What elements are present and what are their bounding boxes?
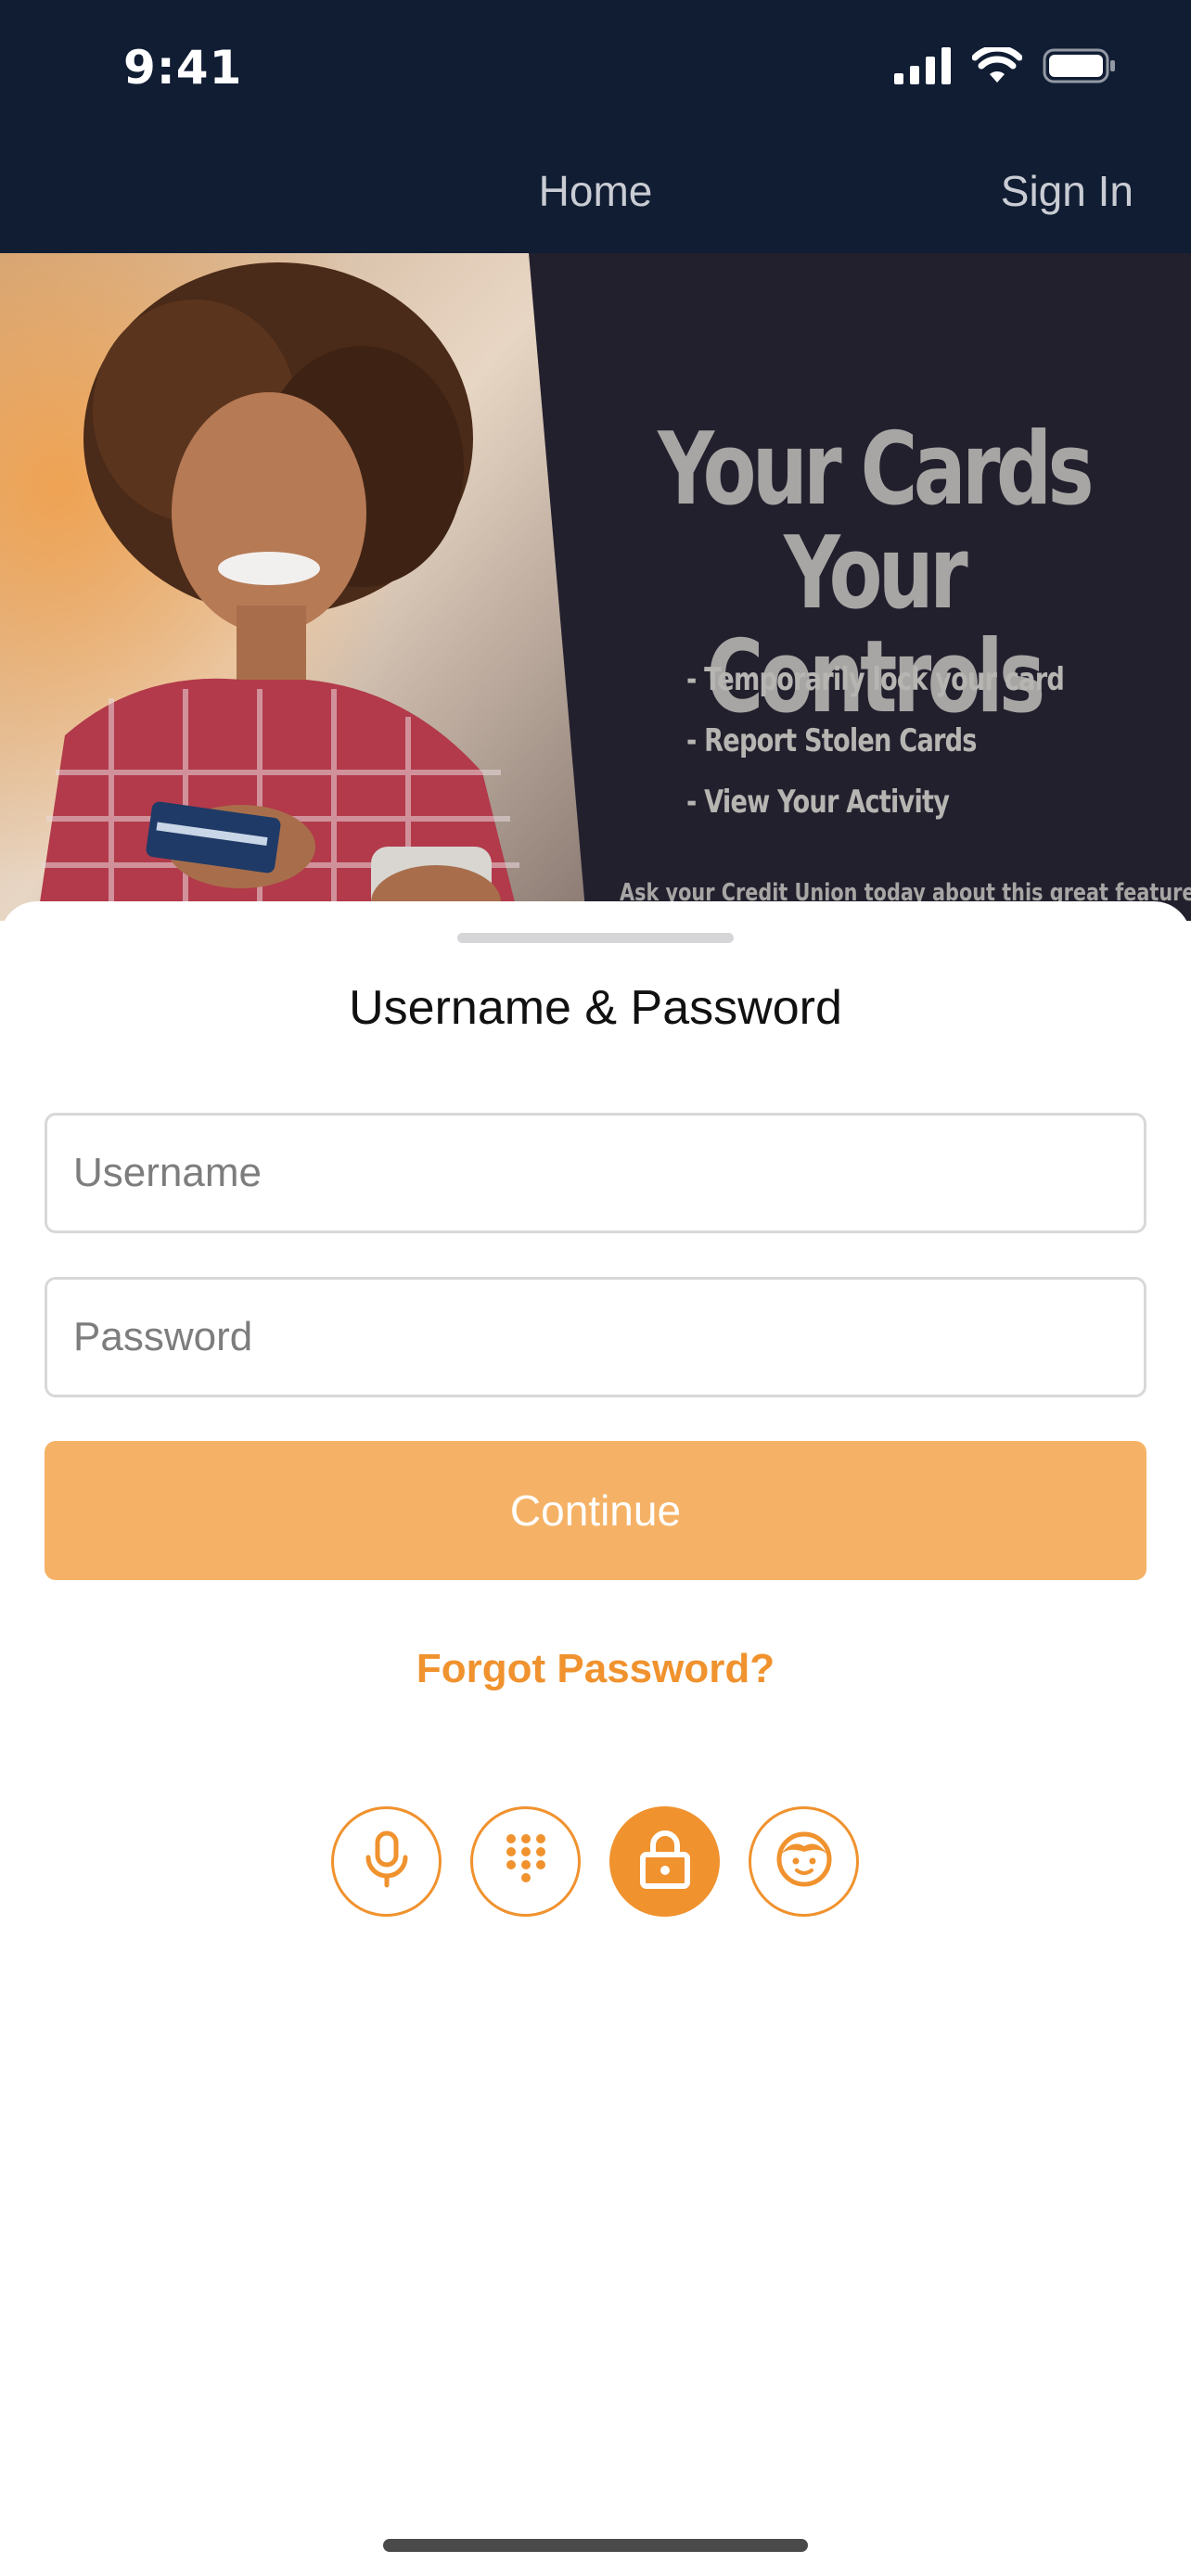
- microphone-icon: [359, 1830, 415, 1894]
- password-auth-button[interactable]: [609, 1806, 720, 1917]
- username-field[interactable]: [45, 1113, 1146, 1233]
- promo-bullet: - View Your Activity: [686, 784, 950, 821]
- pin-auth-button[interactable]: [470, 1806, 581, 1917]
- login-sheet: Username & Password Continue Forgot Pass…: [0, 901, 1191, 2576]
- cellular-signal-icon: [894, 46, 952, 89]
- top-nav-bar: 9:41 Home Sign In: [0, 0, 1191, 253]
- face-auth-button[interactable]: [749, 1806, 859, 1917]
- status-time: 9:41: [123, 41, 243, 95]
- promo-text-block: Your Cards Your Controls - Temporarily l…: [557, 253, 1191, 921]
- battery-icon: [1043, 47, 1117, 89]
- lock-icon: [638, 1829, 692, 1894]
- promo-photo: [0, 253, 586, 921]
- nav-sign-in-link[interactable]: Sign In: [1001, 165, 1133, 217]
- home-indicator[interactable]: [383, 2539, 808, 2552]
- sheet-grabber[interactable]: [457, 933, 734, 943]
- promo-bullet: - Report Stolen Cards: [686, 722, 977, 759]
- promo-title-line1: Your Cards: [658, 412, 1095, 528]
- password-input[interactable]: [73, 1314, 1144, 1360]
- login-title: Username & Password: [349, 981, 842, 1035]
- status-icons: [894, 45, 1117, 91]
- username-input[interactable]: [73, 1150, 1144, 1196]
- voice-auth-button[interactable]: [331, 1806, 442, 1917]
- continue-button[interactable]: Continue: [45, 1441, 1146, 1580]
- promo-bullet: - Temporarily lock your card: [686, 661, 1065, 698]
- nav-home-link[interactable]: Home: [529, 165, 662, 217]
- password-field[interactable]: [45, 1277, 1146, 1397]
- wifi-icon: [971, 45, 1023, 89]
- forgot-password-link[interactable]: Forgot Password?: [0, 1643, 1191, 1695]
- face-icon: [775, 1830, 834, 1894]
- keypad-icon: [500, 1830, 552, 1894]
- auth-method-row: [331, 1806, 859, 1917]
- promo-banner: Your Cards Your Controls - Temporarily l…: [0, 253, 1191, 921]
- screen: 9:41 Home Sign In Your Cards Your Contro…: [0, 0, 1191, 2576]
